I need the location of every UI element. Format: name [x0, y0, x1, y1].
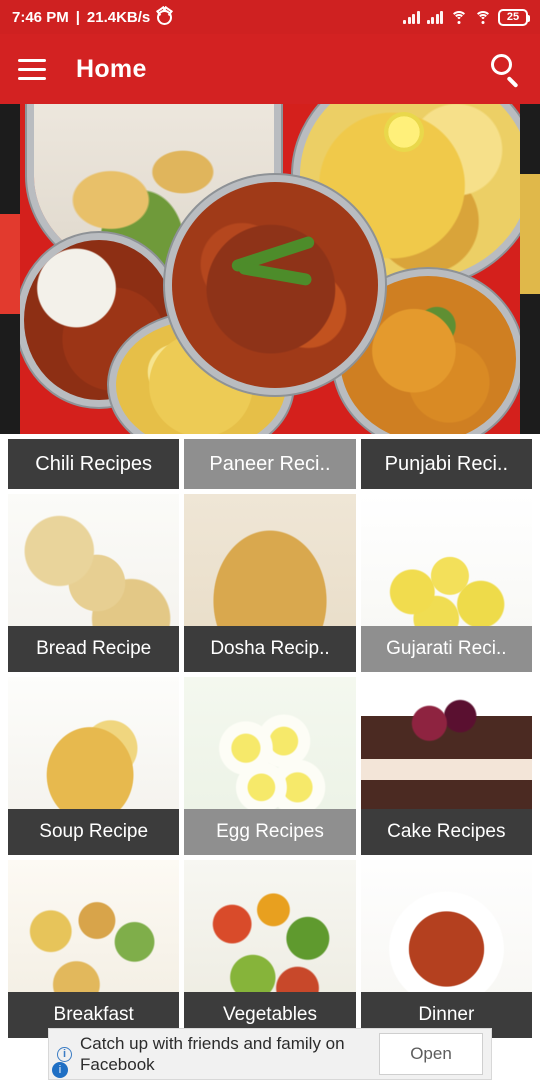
- ad-open-button[interactable]: Open: [379, 1033, 483, 1075]
- battery-indicator: 25: [498, 8, 530, 26]
- category-card-vegetables[interactable]: Vegetables: [184, 860, 356, 1038]
- hamburger-menu-icon[interactable]: [18, 58, 46, 80]
- search-icon[interactable]: [488, 52, 522, 89]
- banner-lemon-slice: [384, 112, 424, 152]
- page-title: Home: [76, 54, 147, 83]
- featured-recipe-banner[interactable]: [0, 104, 540, 434]
- battery-level-text: 25: [506, 11, 520, 23]
- alarm-icon: [157, 9, 173, 25]
- banner-image: [20, 104, 520, 434]
- wifi-hotspot-icon: [450, 10, 467, 24]
- category-card-soup[interactable]: Soup Recipe: [8, 677, 180, 855]
- status-bar: 7:46 PM | 21.4KB/s 25: [0, 0, 540, 34]
- category-card-bread[interactable]: Bread Recipe: [8, 494, 180, 672]
- category-label: Soup Recipe: [8, 809, 180, 855]
- wifi-icon: [474, 10, 491, 24]
- category-card-punjabi[interactable]: Punjabi Reci..: [360, 439, 532, 489]
- status-time: 7:46 PM: [12, 8, 69, 26]
- category-card-cake[interactable]: Cake Recipes: [360, 677, 532, 855]
- category-card-breakfast[interactable]: Breakfast: [8, 860, 180, 1038]
- category-card-chili[interactable]: Chili Recipes: [8, 439, 180, 489]
- category-grid-row-4: Breakfast Vegetables Dinner: [0, 855, 540, 1038]
- category-label: Dosha Recip..: [184, 626, 356, 672]
- category-card-egg[interactable]: Egg Recipes: [184, 677, 356, 855]
- status-bar-left: 7:46 PM | 21.4KB/s: [12, 8, 173, 26]
- category-grid-row-2: Bread Recipe Dosha Recip.. Gujarati Reci…: [0, 489, 540, 672]
- category-label: Paneer Reci..: [184, 439, 356, 489]
- category-card-dosha[interactable]: Dosha Recip..: [184, 494, 356, 672]
- ad-banner[interactable]: i Catch up with friends and family on Fa…: [48, 1028, 492, 1080]
- ad-info-icon[interactable]: i: [57, 1046, 72, 1062]
- ad-choices-icon[interactable]: i: [52, 1062, 68, 1078]
- main-content: Chili Recipes Paneer Reci.. Punjabi Reci…: [0, 104, 540, 1080]
- category-card-paneer[interactable]: Paneer Reci..: [184, 439, 356, 489]
- category-grid-row-3: Soup Recipe Egg Recipes Cake Recipes: [0, 672, 540, 855]
- category-label: Punjabi Reci..: [360, 439, 532, 489]
- app-bar: Home: [0, 34, 540, 104]
- signal-bars-icon-2: [426, 10, 443, 24]
- category-label: Chili Recipes: [8, 439, 180, 489]
- signal-bars-icon-1: [403, 10, 420, 24]
- category-card-dinner[interactable]: Dinner: [360, 860, 532, 1038]
- ad-text: Catch up with friends and family on Face…: [80, 1034, 345, 1074]
- status-separator: |: [75, 8, 80, 26]
- status-network-speed: 21.4KB/s: [86, 8, 151, 26]
- category-label: Cake Recipes: [360, 809, 532, 855]
- banner-next-peek[interactable]: [518, 104, 540, 434]
- banner-dish-center-curry: [172, 182, 378, 388]
- category-label: Egg Recipes: [184, 809, 356, 855]
- status-bar-right: 25: [403, 8, 530, 26]
- category-label: Gujarati Reci..: [360, 626, 532, 672]
- category-card-gujarati[interactable]: Gujarati Reci..: [360, 494, 532, 672]
- category-label: Bread Recipe: [8, 626, 180, 672]
- banner-green-chili-2: [237, 261, 313, 287]
- banner-prev-peek[interactable]: [0, 104, 22, 434]
- category-grid-row-1: Chili Recipes Paneer Reci.. Punjabi Reci…: [0, 434, 540, 489]
